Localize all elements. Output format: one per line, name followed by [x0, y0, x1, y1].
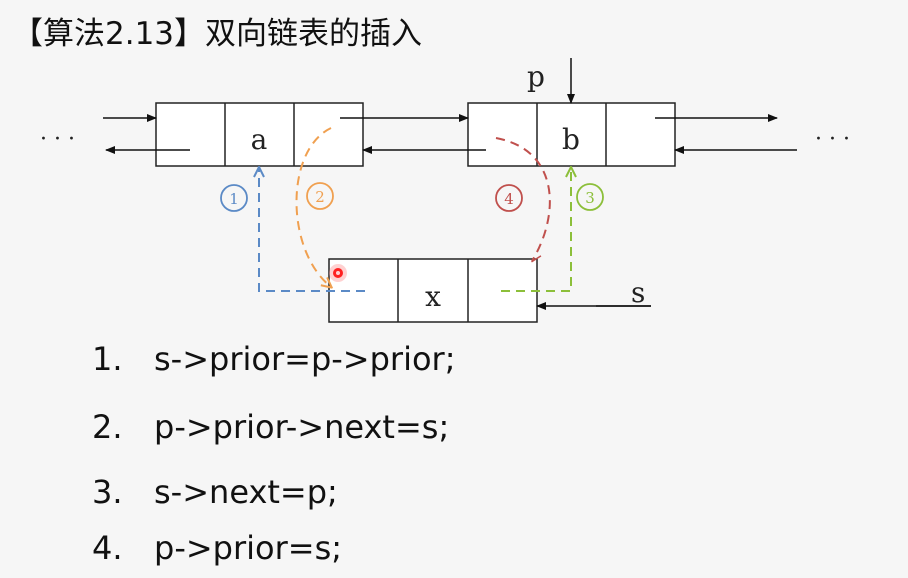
step-number: 4.	[92, 529, 123, 567]
doubly-linked-list-diagram: · · · · · · a b x p s 1 2 3 4	[40, 58, 850, 323]
step-code: s->prior=p->prior;	[154, 340, 456, 378]
step-line: 1. s->prior=p->prior;	[92, 340, 455, 378]
step1-marker-label: 1	[229, 190, 239, 208]
step-number: 3.	[92, 473, 123, 511]
node-a-label: a	[251, 123, 268, 156]
step-line: 4. p->prior=s;	[92, 529, 342, 567]
pointer-p-label: p	[527, 60, 545, 93]
step-code: p->prior=s;	[154, 529, 343, 567]
step-line: 2. p->prior->next=s;	[92, 408, 449, 446]
step-line: 3. s->next=p;	[92, 473, 338, 511]
node-x-label: x	[425, 280, 441, 313]
step4-marker-label: 4	[504, 190, 514, 208]
step-number: 1.	[92, 340, 123, 378]
node-a: a	[155, 102, 364, 167]
pointer-s-label: s	[631, 276, 645, 309]
pointer-dot	[329, 264, 347, 282]
ellipsis-right: · · ·	[815, 127, 850, 152]
step-code: p->prior->next=s;	[154, 408, 450, 446]
ellipsis-left: · · ·	[40, 127, 75, 152]
node-b-label: b	[562, 123, 580, 156]
step2-marker-label: 2	[315, 188, 325, 206]
step3-marker-label: 3	[585, 189, 595, 207]
node-b: b	[467, 102, 676, 167]
step-code: s->next=p;	[154, 473, 338, 511]
step-number: 2.	[92, 408, 123, 446]
